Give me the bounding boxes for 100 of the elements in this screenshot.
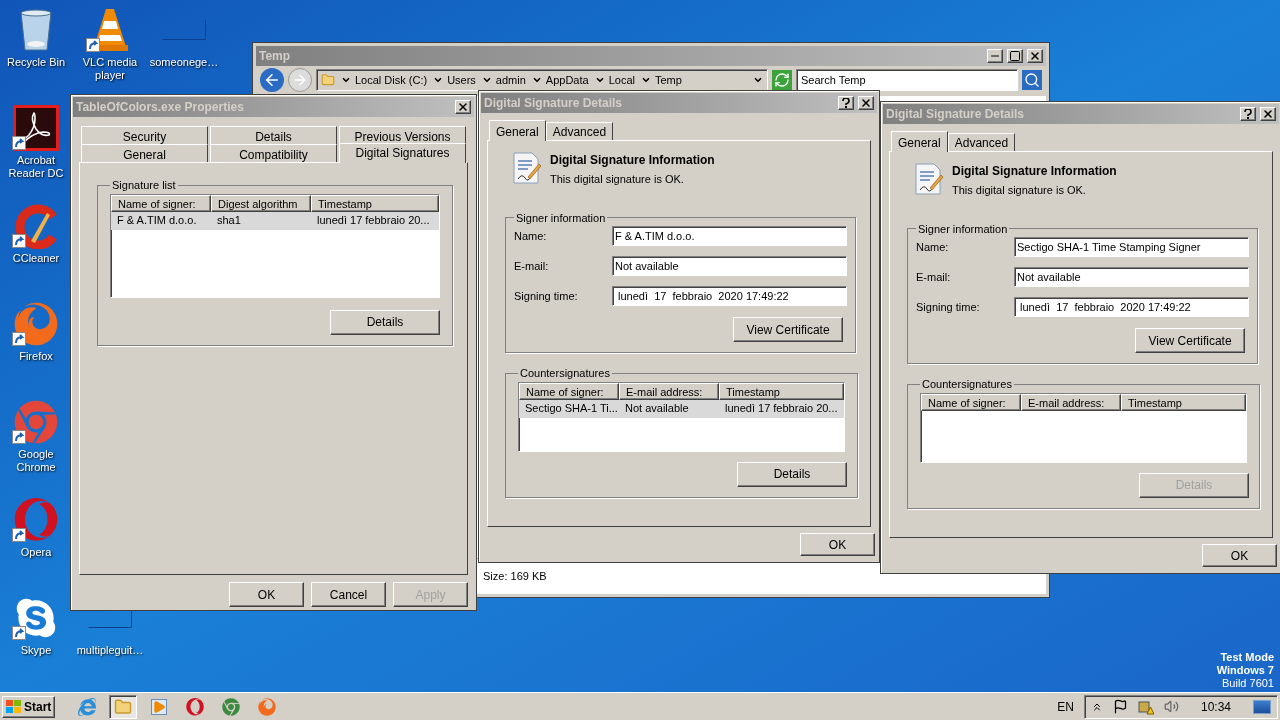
- chrome-icon: [222, 697, 241, 716]
- column-header[interactable]: Timestamp: [311, 194, 439, 212]
- list-cell-text: Not available: [624, 401, 690, 417]
- file-thumbnail-icon: [88, 608, 132, 628]
- window-title: Digital Signature Details: [484, 95, 624, 112]
- forward-icon[interactable]: [288, 68, 312, 92]
- taskbar-button[interactable]: [109, 694, 138, 719]
- tab[interactable]: Details: [210, 126, 337, 144]
- acrobat-icon: [13, 105, 59, 151]
- help-icon[interactable]: [1240, 107, 1256, 121]
- firefox-icon: [14, 302, 58, 346]
- column-header[interactable]: Digest algorithm: [211, 194, 311, 212]
- desktop-icon-label[interactable]: VLC media player: [74, 56, 146, 82]
- text-field[interactable]: Not available: [1014, 267, 1249, 287]
- breadcrumb[interactable]: AppData: [545, 71, 589, 89]
- text-field[interactable]: Not available: [612, 256, 847, 276]
- maximize-icon[interactable]: [1007, 49, 1023, 63]
- shortcut-arrow-icon: [12, 332, 26, 346]
- breadcrumb[interactable]: Temp: [654, 71, 682, 89]
- tab[interactable]: Advanced: [947, 133, 1016, 151]
- desktop-icon-label[interactable]: Google Chrome: [0, 448, 72, 474]
- opera-icon: [186, 697, 205, 716]
- close-icon[interactable]: [1027, 49, 1043, 63]
- status-text: This digital signature is OK.: [550, 172, 685, 187]
- refresh-icon[interactable]: [772, 70, 792, 90]
- ok-button[interactable]: OK: [800, 533, 875, 556]
- caret-icon[interactable]: [640, 75, 651, 85]
- chrome-icon: [14, 400, 58, 444]
- text-field[interactable]: Sectigo SHA-1 Time Stamping Signer: [1014, 237, 1249, 257]
- text-field[interactable]: lunedì 17 febbraio 2020 17:49:22: [612, 286, 847, 306]
- address-bar[interactable]: Local Disk (C:) Users admin AppData Local Temp: [316, 69, 768, 91]
- tab[interactable]: Advanced: [545, 122, 614, 140]
- caret-icon[interactable]: [594, 75, 605, 85]
- dialog-button[interactable]: Cancel: [311, 582, 386, 607]
- caret-icon[interactable]: [481, 75, 492, 85]
- list-cell-text: lunedì 17 febbraio 20...: [316, 213, 431, 229]
- speaker-icon[interactable]: [1163, 699, 1179, 714]
- clock[interactable]: 10:34: [1188, 697, 1243, 716]
- details-button[interactable]: Details: [737, 461, 847, 487]
- desktop-icon-label[interactable]: Recycle Bin: [6, 56, 66, 69]
- field-label: Signing time:: [916, 299, 981, 315]
- close-icon[interactable]: [858, 96, 874, 110]
- column-header[interactable]: Name of signer:: [519, 382, 619, 400]
- minimize-icon[interactable]: [987, 49, 1003, 63]
- list-cell-text: Sectigo SHA-1 Ti...: [524, 401, 619, 417]
- desktop-icon-label[interactable]: someonege…: [149, 56, 219, 69]
- ok-button[interactable]: OK: [1202, 544, 1277, 567]
- show-desktop-icon[interactable]: [1253, 699, 1271, 714]
- language-indicator[interactable]: EN: [1057, 697, 1074, 716]
- ccleaner-icon: [13, 203, 59, 249]
- field-label: E-mail:: [916, 269, 952, 285]
- breadcrumb[interactable]: Users: [447, 71, 476, 89]
- start-button[interactable]: Start: [2, 695, 56, 718]
- desktop-icon-label[interactable]: Acrobat Reader DC: [0, 154, 72, 180]
- desktop-icon-label[interactable]: Skype: [20, 644, 52, 657]
- column-header[interactable]: Name of signer:: [111, 194, 211, 212]
- window-title: Temp: [259, 48, 292, 65]
- tab[interactable]: General: [81, 144, 208, 162]
- network-warning-icon[interactable]: [1137, 698, 1154, 715]
- caret-icon[interactable]: [753, 75, 763, 85]
- search-icon[interactable]: [1022, 70, 1042, 90]
- tab[interactable]: General: [489, 120, 546, 141]
- shortcut-arrow-icon: [12, 136, 26, 150]
- tab[interactable]: General: [891, 131, 948, 152]
- caret-icon[interactable]: [531, 75, 542, 85]
- text-field[interactable]: lunedì 17 febbraio 2020 17:49:22: [1014, 297, 1249, 317]
- desktop-icon-label[interactable]: CCleaner: [12, 252, 60, 265]
- desktop-icon-label[interactable]: Opera: [20, 546, 52, 559]
- help-icon[interactable]: [838, 96, 854, 110]
- column-header[interactable]: Timestamp: [719, 382, 844, 400]
- tab[interactable]: Digital Signatures: [339, 143, 466, 163]
- field-label: Signing time:: [514, 288, 579, 304]
- desktop-icon-label[interactable]: multipleguit…: [76, 644, 144, 657]
- breadcrumb[interactable]: Local Disk (C:): [355, 71, 428, 89]
- column-header[interactable]: Timestamp: [1121, 393, 1246, 411]
- media-player-icon: [151, 698, 168, 715]
- tab[interactable]: Security: [81, 126, 208, 144]
- column-header[interactable]: Name of signer:: [921, 393, 1021, 411]
- column-header[interactable]: E-mail address:: [619, 382, 719, 400]
- dialog-button[interactable]: OK: [229, 582, 304, 607]
- view-certificate-button[interactable]: View Certificate: [733, 317, 843, 342]
- column-header[interactable]: E-mail address:: [1021, 393, 1121, 411]
- details-button[interactable]: Details: [330, 309, 440, 335]
- field-label: Name:: [514, 228, 548, 244]
- caret-icon[interactable]: [341, 75, 351, 85]
- shortcut-arrow-icon: [12, 528, 26, 542]
- search-field[interactable]: Search Temp: [796, 69, 1018, 91]
- text-field[interactable]: F & A.TIM d.o.o.: [612, 226, 847, 246]
- close-icon[interactable]: [1260, 107, 1276, 121]
- tab[interactable]: Compatibility: [210, 144, 337, 162]
- flag-icon[interactable]: [1112, 699, 1128, 714]
- breadcrumb[interactable]: Local: [608, 71, 635, 89]
- folder-icon: [114, 697, 133, 716]
- caret-icon[interactable]: [433, 75, 444, 85]
- close-icon[interactable]: [455, 100, 471, 114]
- breadcrumb[interactable]: admin: [495, 71, 526, 89]
- desktop-icon-label[interactable]: Firefox: [19, 350, 53, 363]
- group-label: Signature list: [111, 178, 177, 193]
- view-certificate-button[interactable]: View Certificate: [1135, 328, 1245, 353]
- back-icon[interactable]: [260, 68, 284, 92]
